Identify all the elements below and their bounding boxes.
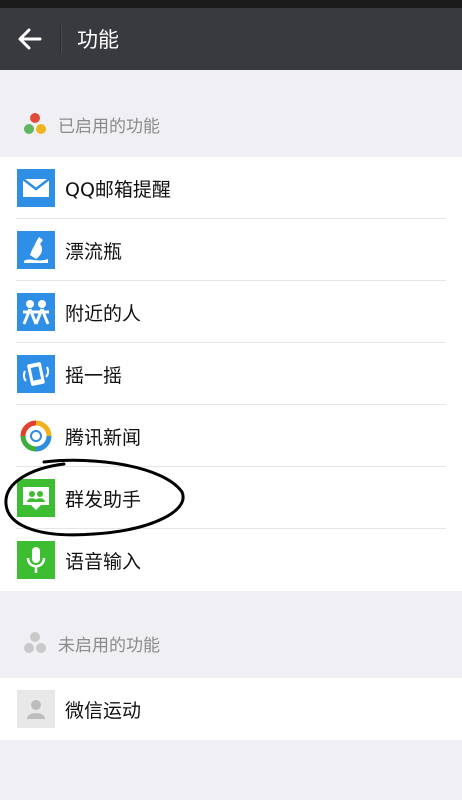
- disabled-section-title: 未启用的功能: [58, 635, 160, 656]
- back-arrow-icon: [18, 28, 42, 50]
- status-bar: [0, 0, 462, 8]
- bottle-icon: [17, 231, 55, 269]
- page-title: 功能: [77, 28, 119, 52]
- feature-row-people-nearby[interactable]: 附近的人: [0, 281, 462, 343]
- mail-icon: [17, 169, 55, 207]
- enabled-section-header: 已启用的功能: [0, 100, 462, 148]
- topbar-divider: [60, 25, 61, 53]
- feature-label: 微信运动: [65, 699, 142, 722]
- shake-icon: [17, 355, 55, 393]
- feature-row-qq-mail[interactable]: QQ邮箱提醒: [0, 157, 462, 219]
- features-dots-icon: [22, 111, 48, 137]
- disabled-features-list: 微信运动: [0, 678, 462, 740]
- feature-label: 摇一摇: [65, 364, 123, 387]
- back-button[interactable]: [0, 8, 60, 70]
- enabled-section-title: 已启用的功能: [58, 116, 160, 137]
- feature-label: 腾讯新闻: [65, 426, 142, 449]
- hand-drawn-circle-annotation: [4, 458, 185, 537]
- feature-label: 语音输入: [65, 550, 142, 573]
- tencent-news-icon: [17, 417, 55, 455]
- features-dots-gray-icon: [22, 630, 48, 656]
- top-bar: 功能: [0, 8, 462, 70]
- feature-label: 漂流瓶: [65, 240, 123, 263]
- wechat-sport-icon: [17, 690, 55, 728]
- microphone-icon: [17, 541, 55, 579]
- feature-row-voice-input[interactable]: 语音输入: [0, 529, 462, 591]
- disabled-section-header: 未启用的功能: [0, 619, 462, 667]
- people-nearby-icon: [17, 293, 55, 331]
- feature-row-wechat-sport[interactable]: 微信运动: [0, 678, 462, 740]
- feature-label: 附近的人: [65, 302, 142, 325]
- feature-row-shake[interactable]: 摇一摇: [0, 343, 462, 405]
- feature-label: QQ邮箱提醒: [65, 178, 171, 201]
- feature-row-drift-bottle[interactable]: 漂流瓶: [0, 219, 462, 281]
